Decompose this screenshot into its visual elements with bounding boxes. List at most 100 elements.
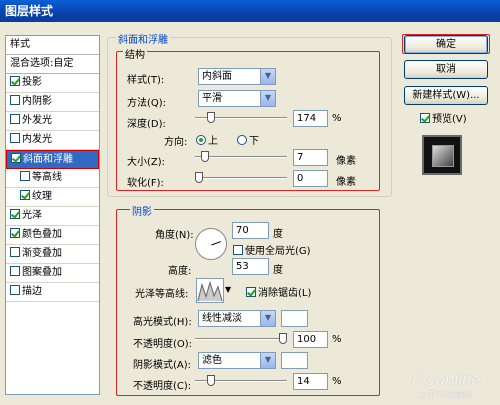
checkbox-checked-icon [420,113,430,123]
checkbox-icon [233,245,243,255]
style-item-0[interactable]: 投影 [6,74,99,93]
opacity1-slider[interactable] [195,333,287,345]
checkbox-checked-icon[interactable] [20,190,30,200]
shadow-mode-label: 阴影模式(A): [133,360,192,371]
shadow-mode-value: 滤色 [202,355,222,366]
soften-label: 软化(F): [127,178,164,189]
style-item-10[interactable]: 图案叠加 [6,264,99,283]
chevron-down-icon[interactable]: ▼ [225,285,231,294]
highlight-mode-label: 高光模式(H): [133,317,192,328]
checkbox-checked-icon[interactable] [11,153,21,163]
size-input[interactable]: 7 [293,149,328,166]
style-item-label: 图案叠加 [22,267,62,278]
highlight-mode-value: 线性减淡 [202,313,242,324]
depth-input[interactable]: 174 [293,110,328,127]
antialias-checkbox[interactable]: 消除锯齿(L) [246,284,311,299]
soften-slider[interactable] [195,172,287,184]
shadow-color-swatch[interactable] [281,352,308,369]
style-item-label: 内阴影 [22,96,52,107]
soften-unit: 像素 [336,177,356,188]
style-value: 内斜面 [202,71,232,82]
size-unit: 像素 [336,156,356,167]
opacity2-slider-thumb[interactable] [207,375,215,386]
checkbox-icon[interactable] [10,266,20,276]
style-item-label: 斜面和浮雕 [23,154,73,165]
window-title: 图层样式 [0,0,500,22]
style-item-9[interactable]: 渐变叠加 [6,245,99,264]
watermark-subtitle: 太平洋电脑网 [418,391,473,401]
ok-button[interactable]: 确定 [404,35,488,54]
highlight-mode-select[interactable]: 线性减淡 ▼ [198,310,276,327]
style-item-6[interactable]: 纹理 [6,188,99,207]
shading-title: 阴影 [130,203,154,218]
highlight-color-swatch[interactable] [281,310,308,327]
style-item-label: 内发光 [22,134,52,145]
altitude-input[interactable]: 53 [232,258,269,275]
soften-input[interactable]: 0 [293,170,328,187]
style-item-label: 颜色叠加 [22,229,62,240]
opacity2-slider[interactable] [195,375,287,387]
angle-dial[interactable] [195,228,227,260]
global-light-checkbox[interactable]: 使用全局光(G) [233,242,311,257]
chevron-down-icon: ▼ [260,69,275,84]
direction-up-label: 上 [208,136,218,147]
checkbox-icon[interactable] [10,114,20,124]
style-item-label: 外发光 [22,115,52,126]
style-select[interactable]: 内斜面 ▼ [198,68,276,85]
angle-dial-hand [211,241,222,246]
gloss-contour-picker[interactable] [196,278,224,303]
soften-slider-thumb[interactable] [195,172,203,183]
method-select[interactable]: 平滑 ▼ [198,90,276,107]
style-item-8[interactable]: 颜色叠加 [6,226,99,245]
checkbox-checked-icon[interactable] [10,76,20,86]
style-item-11[interactable]: 描边 [6,283,99,302]
opacity1-slider-thumb[interactable] [279,333,287,344]
size-slider[interactable] [195,151,287,163]
depth-slider-thumb[interactable] [207,112,215,123]
preview-checkbox[interactable]: 预览(V) [420,110,467,125]
depth-slider[interactable] [195,112,287,124]
checkbox-checked-icon[interactable] [10,209,20,219]
preview-label: 预览(V) [432,114,467,125]
structure-title: 结构 [123,46,147,61]
style-list-header[interactable]: 样式 [6,36,99,55]
opacity2-unit: % [332,376,342,387]
opacity1-label: 不透明度(O): [133,339,193,350]
style-item-3[interactable]: 内发光 [6,131,99,150]
angle-unit: 度 [273,229,283,240]
checkbox-icon[interactable] [10,133,20,143]
opacity1-input[interactable]: 100 [293,331,328,348]
altitude-unit: 度 [273,265,283,276]
method-label: 方法(Q): [127,98,167,109]
direction-down-radio[interactable]: 下 [237,132,259,147]
size-slider-thumb[interactable] [201,151,209,162]
radio-selected-icon [196,135,206,145]
style-item-2[interactable]: 外发光 [6,112,99,131]
angle-input[interactable]: 70 [232,222,269,239]
style-item-4[interactable]: 斜面和浮雕 [6,150,99,169]
checkbox-icon[interactable] [10,95,20,105]
global-light-label: 使用全局光(G) [245,246,311,257]
direction-up-radio[interactable]: 上 [196,132,218,147]
checkbox-icon[interactable] [10,285,20,295]
style-item-7[interactable]: 光泽 [6,207,99,226]
altitude-label: 高度: [168,266,192,277]
opacity2-input[interactable]: 14 [293,373,328,390]
direction-label: 方向: [164,137,188,148]
cancel-button[interactable]: 取消 [404,60,488,79]
angle-label: 角度(N): [155,230,194,241]
shadow-mode-select[interactable]: 滤色 ▼ [198,352,276,369]
style-item-1[interactable]: 内阴影 [6,93,99,112]
depth-label: 深度(D): [127,119,166,130]
gloss-contour-label: 光泽等高线: [135,289,189,300]
checkbox-icon[interactable] [10,247,20,257]
checkbox-checked-icon[interactable] [10,228,20,238]
size-label: 大小(Z): [127,157,166,168]
checkbox-icon[interactable] [20,171,30,181]
new-style-button[interactable]: 新建样式(W)... [404,86,488,105]
style-item-label: 描边 [22,286,42,297]
style-item-5[interactable]: 等高线 [6,169,99,188]
chevron-down-icon: ▼ [260,353,275,368]
blend-options-item[interactable]: 混合选项:自定 [6,55,99,74]
method-value: 平滑 [202,93,222,104]
